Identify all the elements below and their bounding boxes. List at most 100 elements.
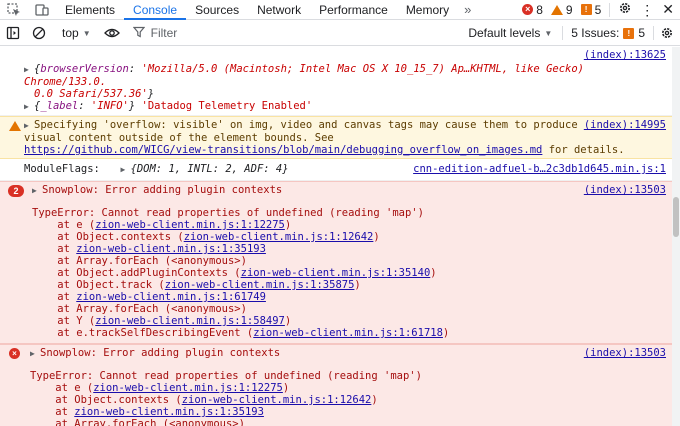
stack-frame: at zion-web-client.min.js:1:61749 bbox=[32, 291, 668, 303]
stack-frame: at Array.forEach (<anonymous>) bbox=[32, 303, 668, 315]
source-link[interactable]: (index):13625 bbox=[584, 49, 666, 61]
filter-box bbox=[132, 21, 423, 46]
filter-funnel-icon bbox=[132, 26, 145, 41]
issues-button[interactable]: 5 Issues: ! 5 bbox=[563, 26, 653, 40]
chevron-down-icon: ▼ bbox=[82, 28, 91, 38]
expand-triangle-icon[interactable]: ▶ bbox=[24, 64, 34, 76]
chevron-down-icon: ▼ bbox=[544, 28, 553, 38]
stack-frame-link[interactable]: zion-web-client.min.js:1:12642 bbox=[184, 231, 374, 243]
stack-frame-text: at bbox=[32, 243, 77, 255]
log-message: ModuleFlags: ▶ {DOM: 1, INTL: 2, ADF: 4} … bbox=[0, 159, 672, 181]
tab-elements[interactable]: Elements bbox=[56, 0, 124, 19]
error-message: × (index):13503 ▶ Snowplow: Error adding … bbox=[0, 344, 672, 426]
stack-frame-link[interactable]: zion-web-client.min.js:1:35193 bbox=[76, 243, 266, 255]
expand-triangle-icon[interactable]: ▶ bbox=[32, 185, 42, 197]
stack-frame: at Object.addPluginContexts (zion-web-cl… bbox=[32, 267, 668, 279]
stack-frame-text: at e ( bbox=[30, 382, 94, 394]
console-settings-gear-icon[interactable] bbox=[654, 21, 680, 46]
stack-frame-text: at Array.forEach (<anonymous>) bbox=[32, 255, 247, 267]
source-link[interactable]: (index):13503 bbox=[584, 184, 666, 196]
stack-frame: at zion-web-client.min.js:1:35193 bbox=[32, 243, 668, 255]
stack-frame-text: at e.trackSelfDescribingEvent ( bbox=[32, 327, 254, 339]
stack-frame-text: at Array.forEach (<anonymous>) bbox=[30, 418, 245, 426]
stack-frame-text: at Y ( bbox=[32, 315, 96, 327]
console-scrollbar[interactable] bbox=[672, 47, 680, 426]
stack-frame-text: at Object.contexts ( bbox=[30, 394, 182, 406]
stack-frame-text: at Object.track ( bbox=[32, 279, 165, 291]
docs-link[interactable]: https://github.com/WICG/view-transitions… bbox=[24, 144, 542, 156]
settings-gear-icon[interactable] bbox=[618, 1, 632, 18]
more-tabs-icon[interactable]: » bbox=[458, 0, 477, 19]
live-expression-eye-icon[interactable] bbox=[99, 21, 125, 46]
device-toolbar-icon[interactable] bbox=[28, 0, 56, 19]
stack-frame-text: at Object.addPluginContexts ( bbox=[32, 267, 241, 279]
stack-frame: at Array.forEach (<anonymous>) bbox=[30, 418, 668, 426]
issues-count[interactable]: ! 5 bbox=[580, 3, 601, 17]
stack-frame: at Object.track (zion-web-client.min.js:… bbox=[32, 279, 668, 291]
error-count[interactable]: × 8 bbox=[522, 3, 543, 17]
console-toolbar: top ▼ Default levels ▼ 5 Issues: ! 5 bbox=[0, 21, 680, 46]
error-message: 2 (index):13503 ▶ Snowplow: Error adding … bbox=[0, 181, 672, 344]
tab-console[interactable]: Console bbox=[124, 0, 187, 20]
close-icon[interactable]: ✕ bbox=[662, 1, 674, 18]
expand-triangle-icon[interactable]: ▶ bbox=[24, 101, 34, 113]
context-select[interactable]: top ▼ bbox=[52, 26, 99, 40]
stack-frame: at e (zion-web-client.min.js:1:12275) bbox=[30, 382, 668, 394]
source-link[interactable]: (index):14995 bbox=[584, 119, 666, 131]
stack-frame-link[interactable]: zion-web-client.min.js:1:58497 bbox=[95, 315, 285, 327]
issue-icon: ! bbox=[623, 27, 635, 39]
sidebar-toggle-icon[interactable] bbox=[0, 21, 26, 46]
stack-frame-text: ) bbox=[371, 394, 378, 406]
warning-message: (index):14995 ▶ Specifying 'overflow: vis… bbox=[0, 116, 672, 159]
stack-frame-text: at Object.contexts ( bbox=[32, 231, 184, 243]
stack-frame: at e.trackSelfDescribingEvent (zion-web-… bbox=[32, 327, 668, 339]
stack-frame-text: ) bbox=[442, 327, 450, 339]
warning-icon bbox=[9, 121, 21, 131]
stack-frame-text: at bbox=[32, 291, 77, 303]
error-icon: × bbox=[522, 4, 534, 15]
expand-triangle-icon[interactable]: ▶ bbox=[30, 348, 40, 360]
filter-input[interactable] bbox=[150, 26, 401, 40]
expand-triangle-icon[interactable]: ▶ bbox=[121, 164, 131, 176]
stack-frame-text: at Array.forEach (<anonymous>) bbox=[32, 303, 247, 315]
stack-frame-text: ) bbox=[373, 231, 380, 243]
stack-frame-link[interactable]: zion-web-client.min.js:1:35140 bbox=[241, 267, 431, 279]
tab-memory[interactable]: Memory bbox=[397, 0, 458, 19]
clear-console-icon[interactable] bbox=[26, 21, 52, 46]
stack-frame-link[interactable]: zion-web-client.min.js:1:12275 bbox=[95, 219, 285, 231]
stack-frame: at zion-web-client.min.js:1:35193 bbox=[30, 406, 668, 418]
expand-triangle-icon[interactable]: ▶ bbox=[24, 120, 34, 132]
stack-frame-link[interactable]: zion-web-client.min.js:1:35193 bbox=[74, 406, 264, 418]
log-levels-select[interactable]: Default levels ▼ bbox=[458, 26, 562, 40]
stack-frame-text: at bbox=[30, 406, 75, 418]
warning-icon bbox=[550, 4, 563, 15]
divider bbox=[609, 2, 611, 17]
stack-frame-link[interactable]: zion-web-client.min.js:1:35875 bbox=[165, 279, 355, 291]
console-messages: (index):13625 ▶ {browserVersion: 'Mozilla… bbox=[0, 47, 672, 426]
stack-frame: at e (zion-web-client.min.js:1:12275) bbox=[32, 219, 668, 231]
stack-frame-text: at e ( bbox=[32, 219, 96, 231]
inspect-element-icon[interactable] bbox=[0, 0, 28, 19]
stack-frame: at Array.forEach (<anonymous>) bbox=[32, 255, 668, 267]
source-link[interactable]: cnn-edition-adfuel-b…2c3db1d645.min.js:1 bbox=[413, 163, 666, 175]
stack-frame-text: ) bbox=[284, 219, 292, 231]
stack-frame: at Y (zion-web-client.min.js:1:58497) bbox=[32, 315, 668, 327]
stack-frame-text: ) bbox=[430, 267, 437, 279]
stack-frame-link[interactable]: zion-web-client.min.js:1:61749 bbox=[76, 291, 266, 303]
stack-frame-link[interactable]: zion-web-client.min.js:1:12275 bbox=[93, 382, 283, 394]
source-link[interactable]: (index):13503 bbox=[584, 347, 666, 359]
more-options-icon[interactable]: ⋮ bbox=[640, 3, 654, 17]
error-repeat-badge: 2 bbox=[8, 185, 24, 197]
stack-frame: at Object.contexts (zion-web-client.min.… bbox=[30, 394, 668, 406]
stack-frame-link[interactable]: zion-web-client.min.js:1:61718 bbox=[253, 327, 443, 339]
warning-count[interactable]: 9 bbox=[550, 3, 573, 17]
stack-frame-link[interactable]: zion-web-client.min.js:1:12642 bbox=[182, 394, 372, 406]
log-message: (index):13625 ▶ {browserVersion: 'Mozilla… bbox=[0, 47, 672, 116]
tab-sources[interactable]: Sources bbox=[186, 0, 248, 19]
scrollbar-thumb[interactable] bbox=[673, 197, 679, 237]
stack-frame-text: ) bbox=[282, 382, 290, 394]
tab-network[interactable]: Network bbox=[248, 0, 310, 19]
stack-frame-text: ) bbox=[354, 279, 361, 291]
tab-performance[interactable]: Performance bbox=[310, 0, 397, 19]
devtools-tabbar: Elements Console Sources Network Perform… bbox=[0, 0, 680, 20]
